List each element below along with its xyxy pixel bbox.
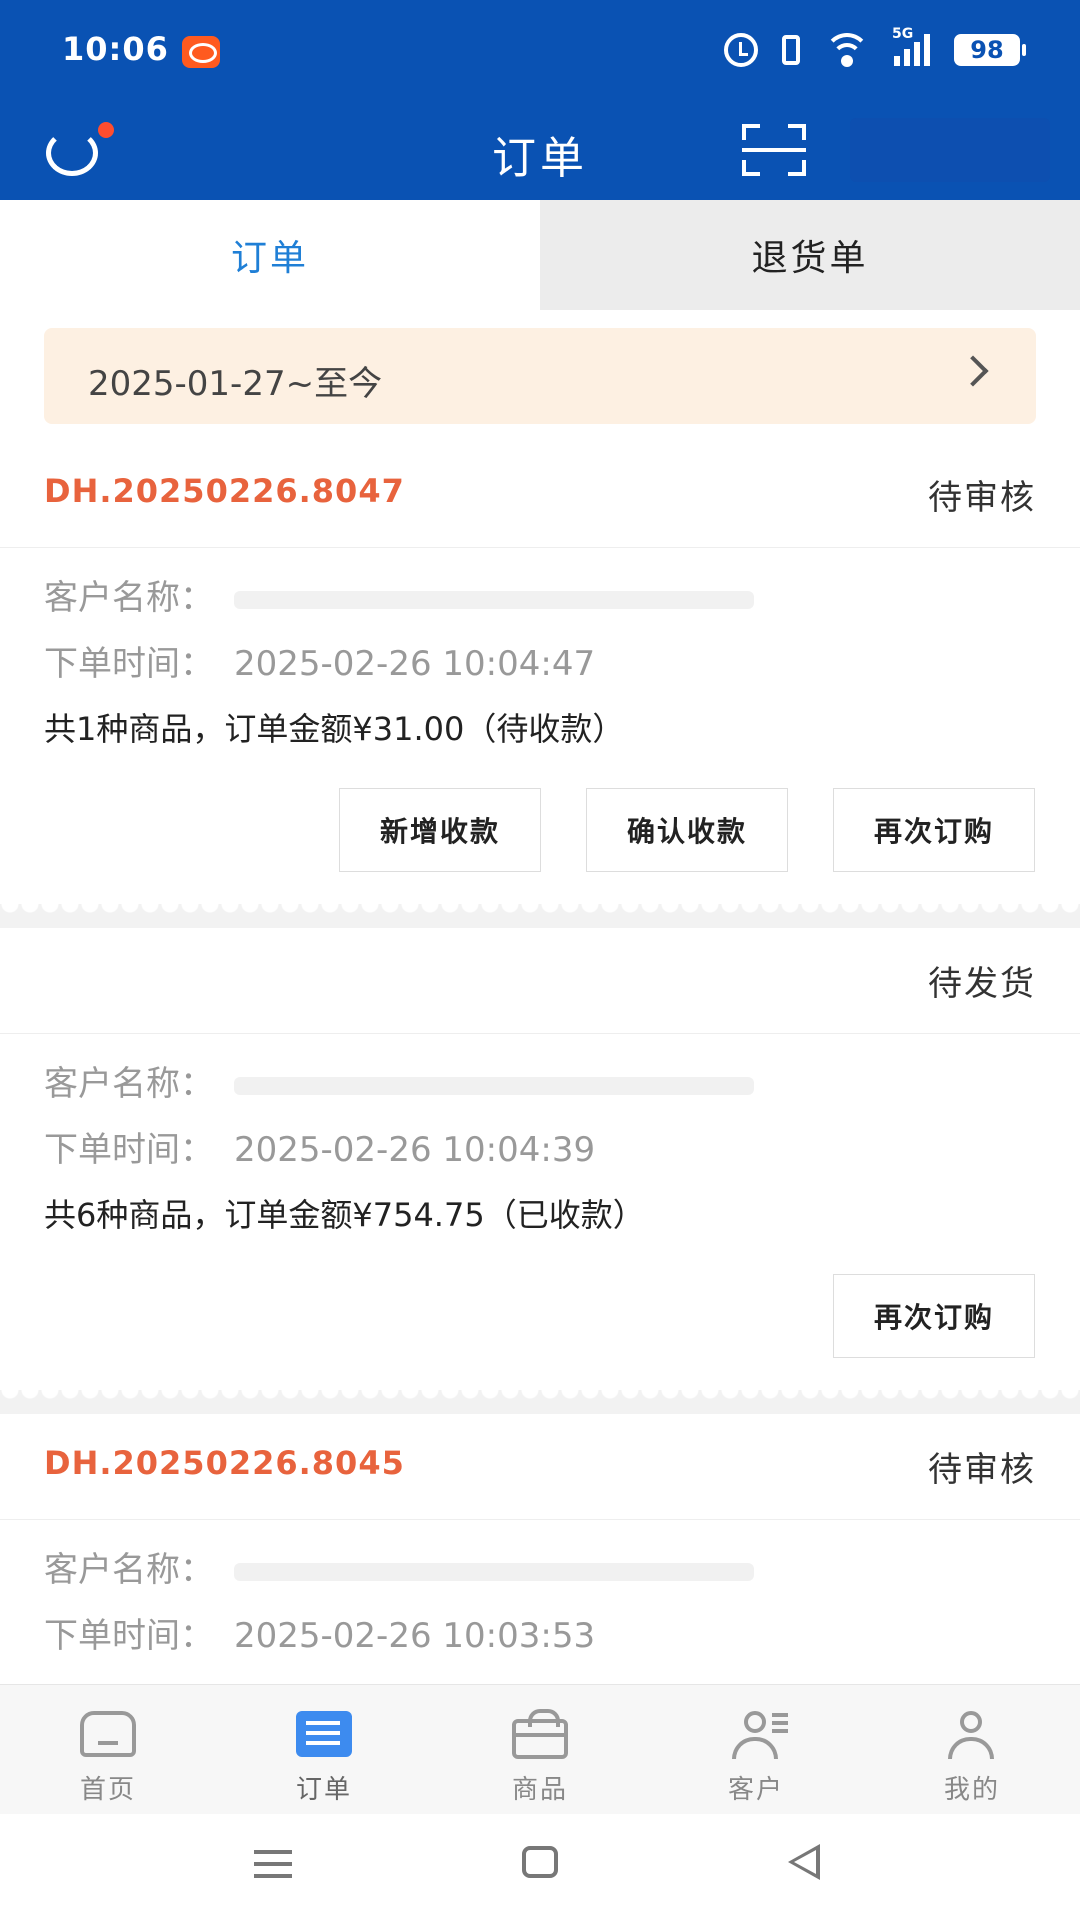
confirm-payment-button[interactable]: 确认收款	[586, 788, 788, 872]
profile-icon	[944, 1711, 1000, 1759]
add-payment-button[interactable]: 新增收款	[339, 788, 541, 872]
back-icon[interactable]	[788, 1844, 820, 1880]
wifi-icon	[824, 33, 870, 67]
vibrate-icon	[782, 35, 800, 65]
nav-label: 客户	[727, 1775, 784, 1805]
customer-row: 客户名称：	[44, 570, 754, 619]
customer-name-redacted	[234, 1076, 754, 1095]
header-action-area[interactable]	[850, 118, 1050, 182]
nav-customers[interactable]: 客户	[648, 1685, 864, 1815]
order-card[interactable]: DH.20250226.8047 待审核 客户名称： 下单时间： 2025-02-…	[0, 442, 1080, 748]
card-divider	[0, 1390, 1080, 1414]
system-nav-bar	[0, 1814, 1080, 1920]
customer-icon	[728, 1711, 788, 1759]
status-bar: 10:06 5G 98	[0, 0, 1080, 100]
order-status: 待审核	[928, 478, 1036, 518]
order-icon	[296, 1711, 352, 1757]
bag-icon	[512, 1709, 568, 1759]
nav-label: 我的	[943, 1775, 1000, 1805]
network-type: 5G	[892, 26, 914, 42]
nav-label: 首页	[79, 1775, 136, 1805]
order-number: DH.20250226.8045	[44, 1444, 405, 1482]
nav-label: 订单	[295, 1775, 352, 1805]
menu-icon[interactable]	[254, 1850, 292, 1854]
customer-name-redacted	[234, 1562, 754, 1581]
order-time-row: 下单时间： 2025-02-26 10:04:47	[44, 636, 595, 685]
date-filter[interactable]: 2025-01-27~至今	[44, 328, 1036, 424]
customer-row: 客户名称：	[44, 1542, 754, 1591]
customer-name-redacted	[234, 590, 754, 609]
app-notification-icon	[182, 36, 220, 68]
card-divider	[0, 904, 1080, 928]
status-icons: 5G 98	[724, 26, 1026, 70]
order-summary: 共6种商品，订单金额¥754.75（已收款）	[44, 1196, 645, 1234]
order-card[interactable]: DH.20250226.8045 待审核 客户名称： 下单时间： 2025-02-…	[0, 1414, 1080, 1684]
order-time-label: 下单时间：	[44, 1616, 214, 1656]
app-header: 订单	[0, 100, 1080, 200]
customer-label: 客户名称：	[44, 1550, 214, 1590]
reorder-button[interactable]: 再次订购	[833, 788, 1035, 872]
order-card[interactable]: 待发货 客户名称： 下单时间： 2025-02-26 10:04:39 共6种商品…	[0, 928, 1080, 1234]
bottom-nav: 首页 订单 商品 客户 我的	[0, 1684, 1080, 1814]
order-status: 待发货	[928, 964, 1036, 1004]
nav-home[interactable]: 首页	[0, 1685, 216, 1815]
order-list: 2025-01-27~至今 DH.20250226.8047 待审核 客户名称：…	[0, 310, 1080, 1684]
order-time-row: 下单时间： 2025-02-26 10:03:53	[44, 1608, 595, 1657]
signal-icon: 5G	[892, 26, 930, 66]
nav-label: 商品	[511, 1775, 568, 1805]
tab-bar: 订单 退货单	[0, 200, 1080, 310]
status-time: 10:06	[62, 30, 169, 68]
home-icon	[80, 1711, 136, 1757]
order-time-label: 下单时间：	[44, 1130, 214, 1170]
alarm-icon	[724, 33, 758, 67]
order-status: 待审核	[928, 1450, 1036, 1490]
reorder-button[interactable]: 再次订购	[833, 1274, 1035, 1358]
order-number: DH.20250226.8047	[44, 472, 405, 510]
customer-row: 客户名称：	[44, 1056, 754, 1105]
battery-icon: 98	[954, 34, 1026, 66]
order-time-label: 下单时间：	[44, 644, 214, 684]
chevron-right-icon	[957, 355, 989, 387]
order-time-row: 下单时间： 2025-02-26 10:04:39	[44, 1122, 595, 1171]
date-range: 2025-01-27~至今	[88, 364, 383, 404]
order-header: 待发货	[0, 928, 1080, 1034]
customer-label: 客户名称：	[44, 578, 214, 618]
order-time: 2025-02-26 10:03:53	[234, 1616, 596, 1656]
order-summary: 共1种商品，订单金额¥31.00（待收款）	[44, 710, 625, 748]
order-time: 2025-02-26 10:04:39	[234, 1130, 596, 1170]
nav-profile[interactable]: 我的	[864, 1685, 1080, 1815]
tab-orders[interactable]: 订单	[0, 200, 540, 310]
top-bar: 10:06 5G 98 订单	[0, 0, 1080, 200]
home-button-icon[interactable]	[522, 1846, 558, 1878]
scan-icon[interactable]	[742, 124, 806, 176]
order-header: DH.20250226.8047 待审核	[0, 442, 1080, 548]
customer-label: 客户名称：	[44, 1064, 214, 1104]
order-header: DH.20250226.8045 待审核	[0, 1414, 1080, 1520]
nav-orders[interactable]: 订单	[216, 1685, 432, 1815]
nav-goods[interactable]: 商品	[432, 1685, 648, 1815]
tab-returns[interactable]: 退货单	[540, 200, 1080, 310]
order-time: 2025-02-26 10:04:47	[234, 644, 596, 684]
